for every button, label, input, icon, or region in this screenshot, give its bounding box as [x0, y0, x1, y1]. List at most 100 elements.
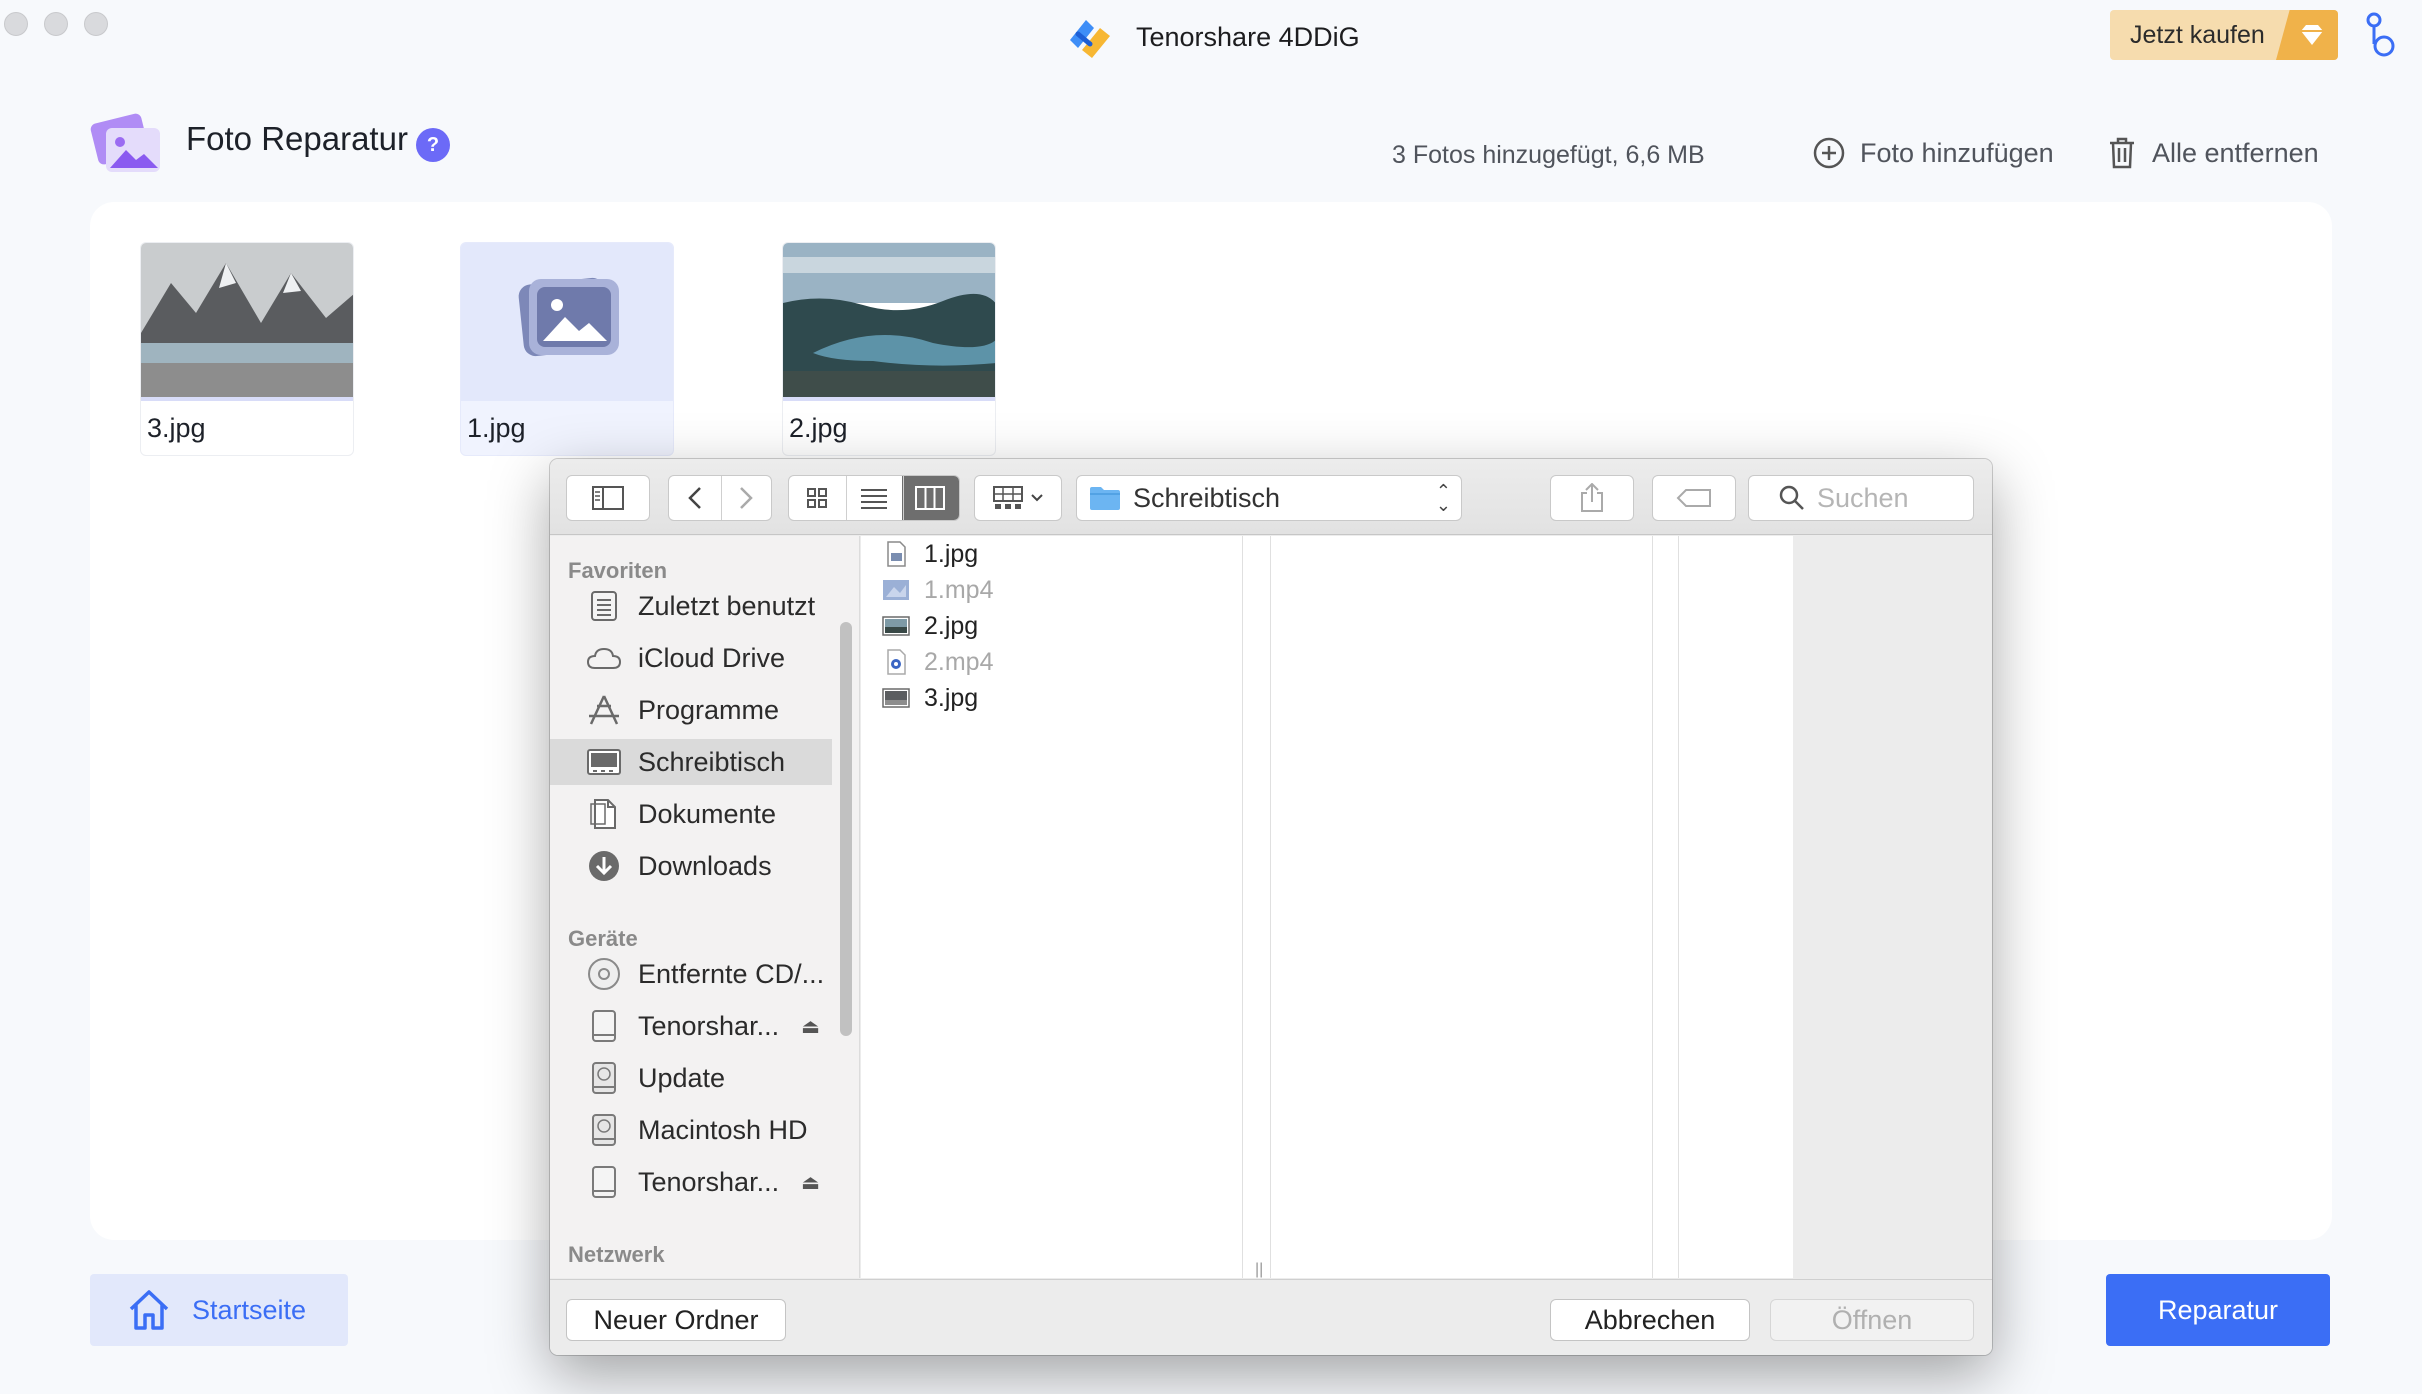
back-button[interactable] [669, 476, 720, 520]
sidebar-item-remote-disc[interactable]: Entfernte CD/... [550, 951, 832, 997]
home-label: Startseite [192, 1294, 307, 1325]
sidebar-item-label: Programme [638, 694, 780, 725]
thumbnail-underline [141, 397, 353, 401]
share-button[interactable] [1550, 475, 1634, 521]
file-row-2-mp4: 2.mp4 [882, 644, 993, 680]
file-row-1-jpg[interactable]: 1.jpg [882, 536, 978, 572]
column-divider[interactable] [1242, 536, 1243, 1278]
page-title: Foto Reparatur [186, 120, 408, 157]
gallery-icon [993, 486, 1023, 509]
location-label: Schreibtisch [1133, 482, 1281, 513]
file-name: 2.mp4 [924, 647, 994, 676]
photo-card-3[interactable]: 3.jpg [140, 242, 354, 456]
search-input[interactable]: Suchen [1748, 475, 1974, 521]
tag-icon [1676, 489, 1711, 507]
file-row-1-mp4: 1.mp4 [882, 572, 993, 608]
folder-icon [1090, 487, 1120, 510]
quicktime-file-icon [887, 649, 906, 675]
sidebar-item-label: Schreibtisch [638, 746, 786, 777]
photo-card-1[interactable]: 1.jpg [460, 242, 674, 456]
photo-thumbnail [141, 243, 353, 401]
home-button[interactable]: Startseite [90, 1274, 348, 1346]
dialog-toolbar: Schreibtisch ⌃ ⌄ Suchen [550, 459, 1992, 535]
favorites-heading: Favoriten [568, 558, 668, 583]
photo-name: 3.jpg [147, 413, 206, 443]
file-column-browser [861, 536, 1793, 1278]
eject-icon[interactable]: ⏏ [801, 1170, 820, 1195]
support-mascot-icon[interactable] [2360, 10, 2400, 60]
column-resize-handle[interactable]: || [1255, 1261, 1263, 1279]
file-name: 1.jpg [924, 539, 979, 568]
buy-now-label: Jetzt kaufen [2130, 20, 2265, 49]
window-controls [4, 12, 108, 36]
sidebar-item-recents[interactable]: Zuletzt benutzt [550, 583, 832, 629]
cancel-button[interactable]: Abbrechen [1550, 1299, 1750, 1341]
sidebar-item-tenorshare-volume-1[interactable]: Tenorshar... ⏏ [550, 1003, 832, 1049]
diamond-icon [2276, 10, 2338, 60]
cloud-icon [586, 640, 622, 676]
column-divider[interactable] [1652, 536, 1653, 1278]
column-divider [1270, 536, 1271, 1278]
sidebar-item-label: Entfernte CD/... [638, 958, 825, 989]
sidebar-item-label: Tenorshar... [638, 1166, 780, 1197]
sidebar-item-documents[interactable]: Dokumente [550, 791, 832, 837]
sidebar-item-update[interactable]: Update [550, 1055, 832, 1101]
photo-card-2[interactable]: 2.jpg [782, 242, 996, 456]
sidebar-item-macintosh-hd[interactable]: Macintosh HD [550, 1107, 832, 1153]
gallery-view-dropdown[interactable] [974, 475, 1062, 521]
jpg-file-icon [887, 541, 906, 567]
add-photo-label: Foto hinzufügen [1860, 137, 2054, 168]
file-row-3-jpg[interactable]: 3.jpg [882, 680, 978, 716]
buy-now-button[interactable]: Jetzt kaufen [2110, 10, 2338, 60]
recents-icon [586, 588, 622, 624]
sidebar-item-icloud-drive[interactable]: iCloud Drive [550, 635, 832, 681]
file-name: 3.jpg [924, 683, 979, 712]
sidebar-item-label: Zuletzt benutzt [638, 590, 816, 621]
dialog-footer: Neuer Ordner Abbrechen Öffnen [550, 1279, 1992, 1355]
video-file-icon [883, 580, 909, 600]
add-photo-button[interactable]: Foto hinzufügen [1812, 136, 2054, 170]
photo-repair-icon [90, 113, 160, 172]
home-icon [129, 1290, 169, 1330]
close-window-button[interactable] [4, 12, 28, 36]
remove-all-button[interactable]: Alle entfernen [2106, 136, 2319, 170]
help-icon[interactable]: ? [416, 128, 450, 162]
repair-button[interactable]: Reparatur [2106, 1274, 2330, 1346]
file-name: 1.mp4 [924, 575, 994, 604]
chevron-down-icon [1031, 494, 1043, 502]
open-button[interactable]: Öffnen [1770, 1299, 1974, 1341]
thumbnail-underline [783, 397, 995, 401]
columns-icon [915, 486, 946, 510]
image-file-icon [882, 616, 910, 636]
photo-name: 2.jpg [789, 413, 848, 443]
zoom-window-button[interactable] [84, 12, 108, 36]
location-popup[interactable]: Schreibtisch ⌃ ⌄ [1076, 475, 1462, 521]
new-folder-button[interactable]: Neuer Ordner [566, 1299, 786, 1341]
plus-circle-icon [1813, 137, 1845, 169]
sidebar-item-downloads[interactable]: Downloads [550, 843, 832, 889]
sidebar-toggle-button[interactable] [566, 475, 650, 521]
sidebar-item-label: Tenorshar... [638, 1010, 780, 1041]
tag-button[interactable] [1652, 475, 1736, 521]
eject-icon[interactable]: ⏏ [801, 1014, 820, 1039]
disc-icon [586, 956, 622, 992]
list-view-button[interactable] [845, 476, 901, 520]
column-view-button[interactable] [901, 476, 959, 520]
sidebar-scrollbar[interactable] [840, 622, 852, 1036]
sidebar-item-desktop[interactable]: Schreibtisch [550, 739, 832, 785]
sidebar-item-label: iCloud Drive [638, 642, 786, 673]
minimize-window-button[interactable] [44, 12, 68, 36]
forward-button[interactable] [720, 476, 771, 520]
navigation-buttons [668, 475, 772, 521]
sidebar-item-applications[interactable]: Programme [550, 687, 832, 733]
file-row-2-jpg[interactable]: 2.jpg [882, 608, 978, 644]
share-icon [1581, 483, 1603, 512]
list-icon [860, 489, 887, 509]
search-placeholder: Suchen [1817, 482, 1909, 513]
sidebar-item-tenorshare-volume-2[interactable]: Tenorshar... ⏏ [550, 1159, 832, 1205]
photo-thumbnail [783, 243, 995, 401]
file-open-dialog: Schreibtisch ⌃ ⌄ Suchen Favoriten Zuletzt… [550, 459, 1992, 1355]
chevron-left-icon [687, 487, 701, 509]
devices-heading: Geräte [568, 926, 638, 951]
icon-view-button[interactable] [789, 476, 845, 520]
